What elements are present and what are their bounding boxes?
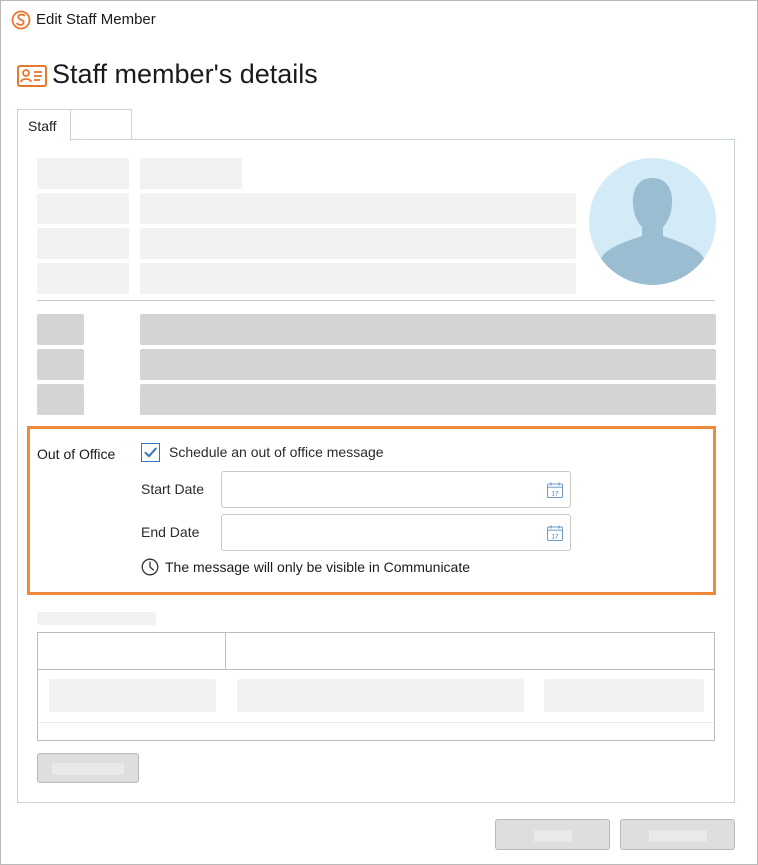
redacted-ok-button[interactable] (495, 819, 610, 850)
page-title: Staff member's details (52, 59, 318, 89)
edit-staff-window: Edit Staff Member Staff member's details… (0, 0, 758, 865)
redacted-table (37, 632, 715, 741)
tab-staff-label: Staff (28, 118, 57, 134)
table-cell (544, 679, 704, 712)
end-date-input[interactable] (228, 523, 528, 543)
redacted-button-label (52, 763, 124, 775)
table-header (38, 633, 714, 670)
redacted-button-label (649, 830, 707, 842)
app-logo-icon (11, 10, 31, 30)
table-cell (49, 679, 216, 712)
end-date-field[interactable]: 17 (221, 514, 571, 551)
redacted-field[interactable] (140, 349, 716, 380)
start-date-label: Start Date (141, 481, 205, 497)
avatar[interactable] (589, 158, 716, 285)
checkmark-icon (144, 447, 157, 458)
row-divider (38, 722, 714, 723)
redacted-field[interactable] (140, 228, 576, 259)
id-card-icon (17, 64, 47, 88)
redacted-label (37, 263, 129, 294)
clock-icon (141, 558, 159, 576)
window-title: Edit Staff Member (36, 11, 156, 28)
calendar-icon[interactable]: 17 (546, 524, 564, 542)
tab-staff[interactable]: Staff (17, 109, 71, 141)
start-date-field[interactable]: 17 (221, 471, 571, 508)
section-divider (37, 300, 715, 301)
ooo-visibility-note: The message will only be visible in Comm… (165, 559, 471, 575)
schedule-ooo-label[interactable]: Schedule an out of office message (169, 444, 384, 460)
table-cell (237, 679, 524, 712)
redacted-add-button[interactable] (37, 753, 139, 783)
redacted-cancel-button[interactable] (620, 819, 735, 850)
end-date-label: End Date (141, 524, 200, 540)
column-divider (225, 633, 226, 670)
redacted-button-label (534, 830, 572, 842)
redacted-label (37, 228, 129, 259)
tab-second[interactable] (70, 109, 132, 140)
schedule-ooo-checkbox[interactable] (141, 443, 160, 462)
calendar-day-text: 17 (551, 533, 559, 540)
redacted-field[interactable] (140, 193, 576, 224)
redacted-field[interactable] (140, 263, 576, 294)
redacted-heading (37, 612, 156, 625)
title-bar: Edit Staff Member (1, 1, 757, 39)
out-of-office-label: Out of Office (37, 446, 116, 462)
calendar-icon[interactable]: 17 (546, 481, 564, 499)
calendar-day-text: 17 (551, 490, 559, 497)
redacted-field[interactable] (140, 384, 716, 415)
person-silhouette-icon (596, 178, 709, 285)
redacted-value (140, 158, 242, 189)
redacted-label (37, 193, 129, 224)
redacted-field[interactable] (140, 314, 716, 345)
redacted-label (37, 158, 129, 189)
redacted-label (37, 314, 84, 345)
redacted-label (37, 349, 84, 380)
start-date-input[interactable] (228, 480, 528, 500)
redacted-label (37, 384, 84, 415)
